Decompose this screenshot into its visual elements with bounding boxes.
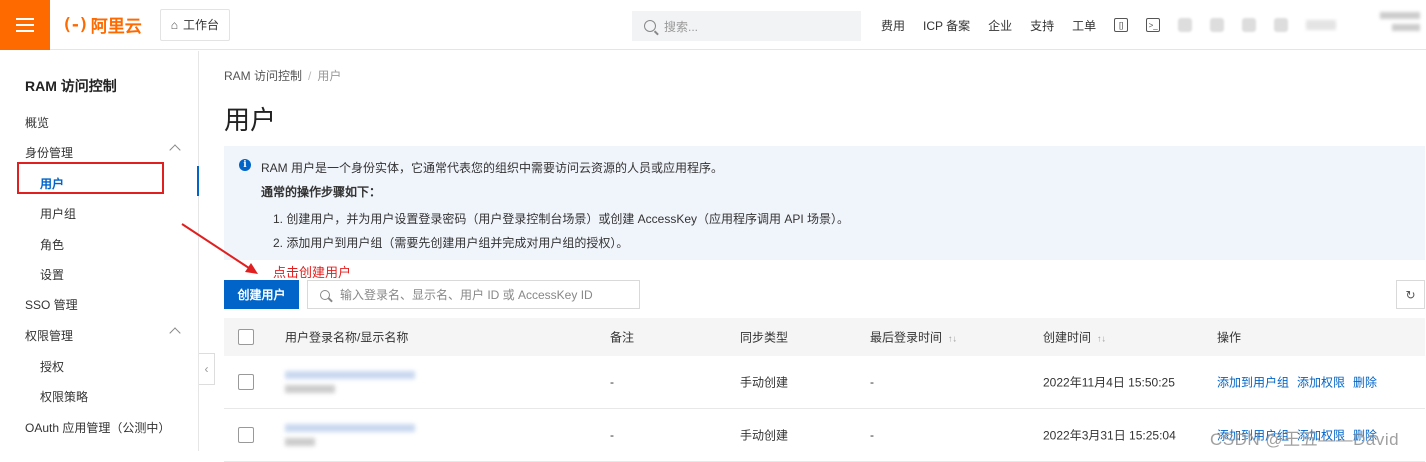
note-cell: - [610,428,614,442]
user-display-name-redacted [285,438,315,446]
sidebar-item-label: 身份管理 [25,146,74,160]
user-login-name-redacted [285,424,415,432]
annotation-text: 点击创建用户 [273,265,352,280]
user-login-name-redacted [285,371,415,379]
user-avatar[interactable] [1380,12,1420,38]
user-display-name-redacted [285,385,335,393]
header-ops: 操作 [1217,330,1242,345]
top-navigation-bar: (-) 阿里云 ⌂ 工作台 搜索... 费用 ICP 备案 企业 支持 工单 [… [0,0,1426,50]
language-selector[interactable] [1306,20,1337,30]
sidebar-item-oauth[interactable]: OAuth 应用管理（公测中） [25,419,185,436]
nav-enterprise[interactable]: 企业 [988,17,1012,34]
active-indicator [197,166,199,196]
nav-fees[interactable]: 费用 [881,17,905,34]
info-step-1: 1. 创建用户，并为用户设置登录密码（用户登录控制台场景）或创建 AccessK… [273,212,850,226]
info-step-2: 2. 添加用户到用户组（需要先创建用户组并完成对用户组的授权）。 [273,236,629,250]
sync-cell: 手动创建 [740,428,789,443]
sidebar-title: RAM 访问控制 [25,78,117,94]
sidebar-item-user-groups[interactable]: 用户组 [40,205,200,222]
created-cell: 2022年3月31日 15:25:04 [1043,428,1176,443]
notification-icon[interactable] [1178,18,1193,32]
add-to-group-link[interactable]: 添加到用户组 [1217,376,1289,390]
user-search-placeholder: 输入登录名、显示名、用户 ID 或 AccessKey ID [340,288,593,302]
sort-icon: ↑↓ [1097,333,1107,344]
breadcrumb: RAM 访问控制 / 用户 [224,67,341,84]
user-name-cell[interactable] [285,371,415,393]
nav-icp[interactable]: ICP 备案 [923,17,970,34]
header-note: 备注 [610,330,635,345]
add-permission-link[interactable]: 添加权限 [1297,376,1345,390]
hamburger-menu-icon[interactable] [0,0,50,50]
workbench-label: 工作台 [182,18,219,32]
create-user-button[interactable]: 创建用户 [224,280,299,309]
header-name: 用户登录名称/显示名称 [285,330,409,345]
sidebar-collapse-icon[interactable]: ‹ [199,353,215,385]
info-steps-heading: 通常的操作步骤如下： [261,185,382,199]
note-cell: - [610,375,614,389]
chevron-up-icon [169,144,181,156]
table-header: 用户登录名称/显示名称 备注 同步类型 最后登录时间 ↑↓ 创建时间 ↑↓ 操作 [224,318,1425,356]
table-row: - 手动创建 - 2022年11月4日 15:50:25 添加到用户组 添加权限删… [224,356,1425,409]
breadcrumb-current: 用户 [317,69,342,83]
info-banner: i RAM 用户是一个身份实体，它通常代表您的组织中需要访问云资源的人员或应用程… [224,146,1425,260]
sort-icon: ↑↓ [948,333,958,344]
sidebar-item-settings[interactable]: 设置 [40,266,200,283]
last-login-cell: - [870,428,874,442]
globe-icon[interactable] [1274,18,1289,32]
created-cell: 2022年11月4日 15:50:25 [1043,375,1175,390]
delete-link[interactable]: 删除 [1353,376,1377,390]
search-placeholder: 搜索... [664,19,699,34]
header-created[interactable]: 创建时间 ↑↓ [1043,329,1106,346]
logo-text: 阿里云 [90,17,142,36]
breadcrumb-separator: / [308,69,312,83]
aliyun-logo[interactable]: (-) 阿里云 [62,12,142,37]
chevron-up-icon [169,327,181,339]
watermark: CSDN @王五——David [1210,430,1400,449]
highlight-box [17,162,164,194]
global-search-input[interactable]: 搜索... [632,11,861,41]
user-name-cell[interactable] [285,424,415,446]
search-icon [320,289,330,300]
row-checkbox[interactable] [238,427,254,443]
sync-cell: 手动创建 [740,375,789,390]
top-nav-links: 费用 ICP 备案 企业 支持 工单 [] >_ [881,0,1337,50]
page-title: 用户 [224,105,277,135]
sidebar-item-overview[interactable]: 概览 [25,114,185,131]
last-login-cell: - [870,375,874,389]
help-icon[interactable] [1242,18,1257,32]
sidebar-item-permissions[interactable]: 权限管理 [25,327,185,344]
logo-mark: (-) [62,14,89,35]
header-sync: 同步类型 [740,330,789,345]
search-icon [644,20,656,32]
cart-icon[interactable] [1210,18,1225,32]
sidebar: RAM 访问控制 概览 身份管理 用户 用户组 角色 设置 SSO 管理 权限管… [0,51,199,451]
row-checkbox[interactable] [238,374,254,390]
home-icon: ⌂ [170,17,178,32]
sidebar-item-identity[interactable]: 身份管理 [25,144,185,161]
header-created-label: 创建时间 [1043,330,1092,345]
sidebar-item-grants[interactable]: 授权 [40,358,200,375]
info-icon: i [239,159,251,171]
terminal-icon[interactable]: >_ [1146,18,1161,32]
user-search-input[interactable]: 输入登录名、显示名、用户 ID 或 AccessKey ID [307,280,640,309]
nav-ticket[interactable]: 工单 [1072,17,1096,34]
sidebar-item-sso[interactable]: SSO 管理 [25,296,185,313]
breadcrumb-root[interactable]: RAM 访问控制 [224,69,302,83]
app-icon[interactable]: [] [1114,18,1129,32]
refresh-icon[interactable]: ↻ [1396,280,1425,309]
nav-support[interactable]: 支持 [1030,17,1054,34]
select-all-checkbox[interactable] [238,329,254,345]
header-last-login[interactable]: 最后登录时间 ↑↓ [870,329,957,346]
sidebar-item-roles[interactable]: 角色 [40,236,200,253]
sidebar-item-policies[interactable]: 权限策略 [40,388,200,405]
sidebar-item-label: 权限管理 [25,329,74,343]
info-description: RAM 用户是一个身份实体，它通常代表您的组织中需要访问云资源的人员或应用程序。 [261,161,724,175]
workbench-button[interactable]: ⌂ 工作台 [159,8,230,41]
ops-cell: 添加到用户组 添加权限 删除 [1217,374,1385,391]
header-last-login-label: 最后登录时间 [870,330,943,345]
